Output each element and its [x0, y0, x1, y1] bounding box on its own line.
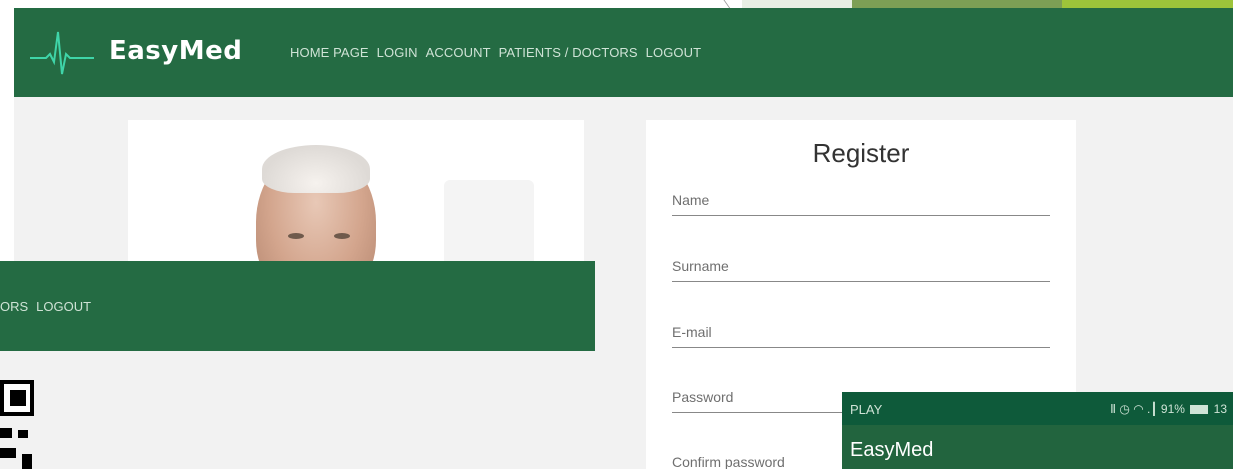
password-placeholder: Password [672, 389, 734, 405]
overlay-nav-logout[interactable]: LOGOUT [36, 299, 91, 314]
surname-placeholder: Surname [672, 258, 729, 274]
nav-logout[interactable]: LOGOUT [646, 45, 702, 60]
battery-percent: 91% [1160, 402, 1185, 416]
slide-decor-lime [1062, 0, 1233, 8]
overlay-content-area [0, 351, 595, 469]
overlay-nav-patients-doctors[interactable]: ORS [0, 299, 28, 314]
name-field[interactable]: Name [672, 192, 1050, 216]
phone-screenshot: PLAY Ⅱ ◷ ◠ .┃ 91% 13 EasyMed [842, 392, 1233, 469]
nav-patients-doctors[interactable]: PATIENTS / DOCTORS [499, 45, 638, 60]
status-icons: Ⅱ ◷ ◠ .┃ 91% 13 [1110, 402, 1227, 416]
status-time: 13 [1213, 402, 1227, 416]
overlay-nav-links: ORS LOGOUT [0, 299, 91, 314]
email-field[interactable]: E-mail [672, 324, 1050, 348]
nav-home-page[interactable]: HOME PAGE [290, 45, 369, 60]
photo-hair [262, 145, 370, 193]
confirm-password-placeholder: Confirm password [672, 454, 785, 469]
overlay-navbar-crop: ORS LOGOUT [0, 261, 595, 351]
heartbeat-logo-icon [30, 31, 94, 75]
brand-name[interactable]: EasyMed [109, 36, 242, 66]
slide-decor-light [742, 0, 852, 8]
register-title: Register [812, 138, 910, 168]
photo-eye-left [288, 233, 304, 239]
battery-icon [1190, 405, 1209, 415]
nav-account[interactable]: ACCOUNT [426, 45, 491, 60]
qr-code-icon [0, 380, 34, 469]
nav-links: HOME PAGE LOGIN ACCOUNT PATIENTS / DOCTO… [290, 45, 701, 60]
surname-field[interactable]: Surname [672, 258, 1050, 282]
status-play-label: PLAY [850, 402, 883, 417]
email-placeholder: E-mail [672, 324, 712, 340]
photo-eye-right [334, 233, 350, 239]
phone-status-bar: PLAY Ⅱ ◷ ◠ .┃ 91% 13 [842, 392, 1233, 425]
top-navbar: EasyMed HOME PAGE LOGIN ACCOUNT PATIENTS… [14, 8, 1233, 97]
phone-app-title: EasyMed [850, 439, 934, 461]
name-placeholder: Name [672, 192, 710, 208]
nav-login[interactable]: LOGIN [377, 45, 418, 60]
slide-decor-olive [852, 0, 1062, 8]
status-signal-icons: Ⅱ ◷ ◠ .┃ [1110, 402, 1158, 416]
